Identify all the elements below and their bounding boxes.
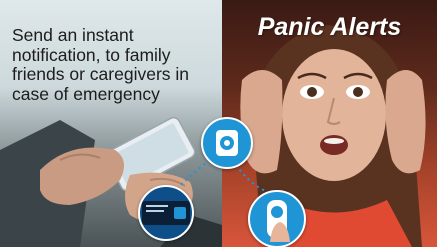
phone-alert-icon bbox=[142, 201, 190, 225]
alarm-device-icon bbox=[216, 130, 238, 156]
panic-button-badge bbox=[248, 190, 306, 247]
alarm-device-badge bbox=[201, 117, 253, 169]
panic-button-icon bbox=[267, 200, 290, 242]
phone-alert-badge bbox=[138, 185, 194, 241]
panic-alerts-title: Panic Alerts bbox=[257, 13, 402, 41]
panic-alert-banner: Send an instant notification, to family … bbox=[0, 0, 437, 247]
headline-text: Send an instant notification, to family … bbox=[12, 25, 190, 104]
